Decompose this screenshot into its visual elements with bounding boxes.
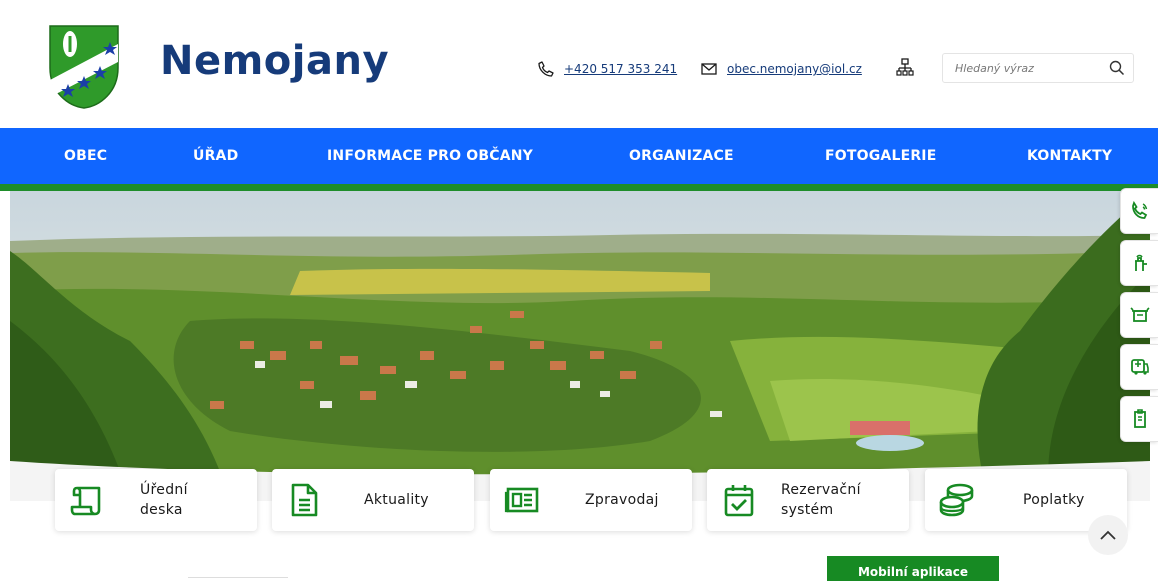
side-button-phone[interactable] <box>1120 188 1158 234</box>
site-header: Nemojany +420 517 353 241 obec.nemojany@… <box>0 0 1158 128</box>
nav-item-obec[interactable]: OBEC <box>64 148 107 164</box>
scroll-top-button[interactable] <box>1088 515 1128 555</box>
email-contact: obec.nemojany@iol.cz <box>700 60 862 78</box>
file-text-icon <box>284 480 324 520</box>
phone-icon <box>537 60 555 78</box>
document-icon <box>1133 409 1146 428</box>
bin-icon <box>1129 307 1150 322</box>
coins-icon <box>937 480 977 520</box>
chevron-up-icon <box>1100 530 1116 540</box>
bus-icon <box>1130 359 1149 375</box>
search-box <box>942 53 1134 83</box>
tile-label: Poplatky <box>1023 492 1085 508</box>
tile-zpravodaj[interactable]: Zpravodaj <box>490 469 692 531</box>
tile-aktuality[interactable]: Aktuality <box>272 469 474 531</box>
nav-item-fotogalerie[interactable]: FOTOGALERIE <box>825 148 936 164</box>
phone-link[interactable]: +420 517 353 241 <box>564 62 677 76</box>
scroll-icon <box>67 480 107 520</box>
main-nav: OBEC ÚŘAD INFORMACE PRO OBČANY ORGANIZAC… <box>0 128 1158 184</box>
calendar-check-icon <box>719 480 759 520</box>
tile-label: Zpravodaj <box>585 492 659 508</box>
side-button-hydrant[interactable] <box>1120 240 1158 286</box>
site-title[interactable]: Nemojany <box>160 38 389 84</box>
nav-accent-bar <box>0 184 1158 191</box>
content-stub <box>188 577 288 581</box>
side-button-waste[interactable] <box>1120 292 1158 338</box>
phone-waves-icon <box>1131 201 1147 219</box>
phone-contact: +420 517 353 241 <box>537 60 677 78</box>
nav-item-urad[interactable]: ÚŘAD <box>193 148 238 164</box>
fire-hydrant-icon <box>1134 254 1147 271</box>
tile-label: Aktuality <box>364 492 429 508</box>
tile-label: Rezervační systém <box>781 482 861 518</box>
tile-uredni-deska[interactable]: Úřední deska <box>55 469 257 531</box>
hero-image <box>10 191 1150 501</box>
side-button-document[interactable] <box>1120 396 1158 442</box>
side-button-bus[interactable] <box>1120 344 1158 390</box>
newspaper-icon <box>502 480 542 520</box>
search-icon[interactable] <box>1109 60 1125 76</box>
nav-item-organizace[interactable]: ORGANIZACE <box>629 148 734 164</box>
nav-item-kontakty[interactable]: KONTAKTY <box>1027 148 1112 164</box>
tile-rezervacni-system[interactable]: Rezervační systém <box>707 469 909 531</box>
nav-item-informace[interactable]: INFORMACE PRO OBČANY <box>327 148 533 164</box>
sitemap-icon[interactable] <box>896 58 914 78</box>
search-input[interactable] <box>943 61 1093 75</box>
mail-icon <box>700 60 718 78</box>
quick-access-bar <box>1120 188 1158 448</box>
email-link[interactable]: obec.nemojany@iol.cz <box>727 62 862 76</box>
mobile-app-button[interactable]: Mobilní aplikace <box>827 556 999 581</box>
tile-label: Úřední deska <box>140 482 188 518</box>
crest-logo[interactable] <box>46 22 122 110</box>
